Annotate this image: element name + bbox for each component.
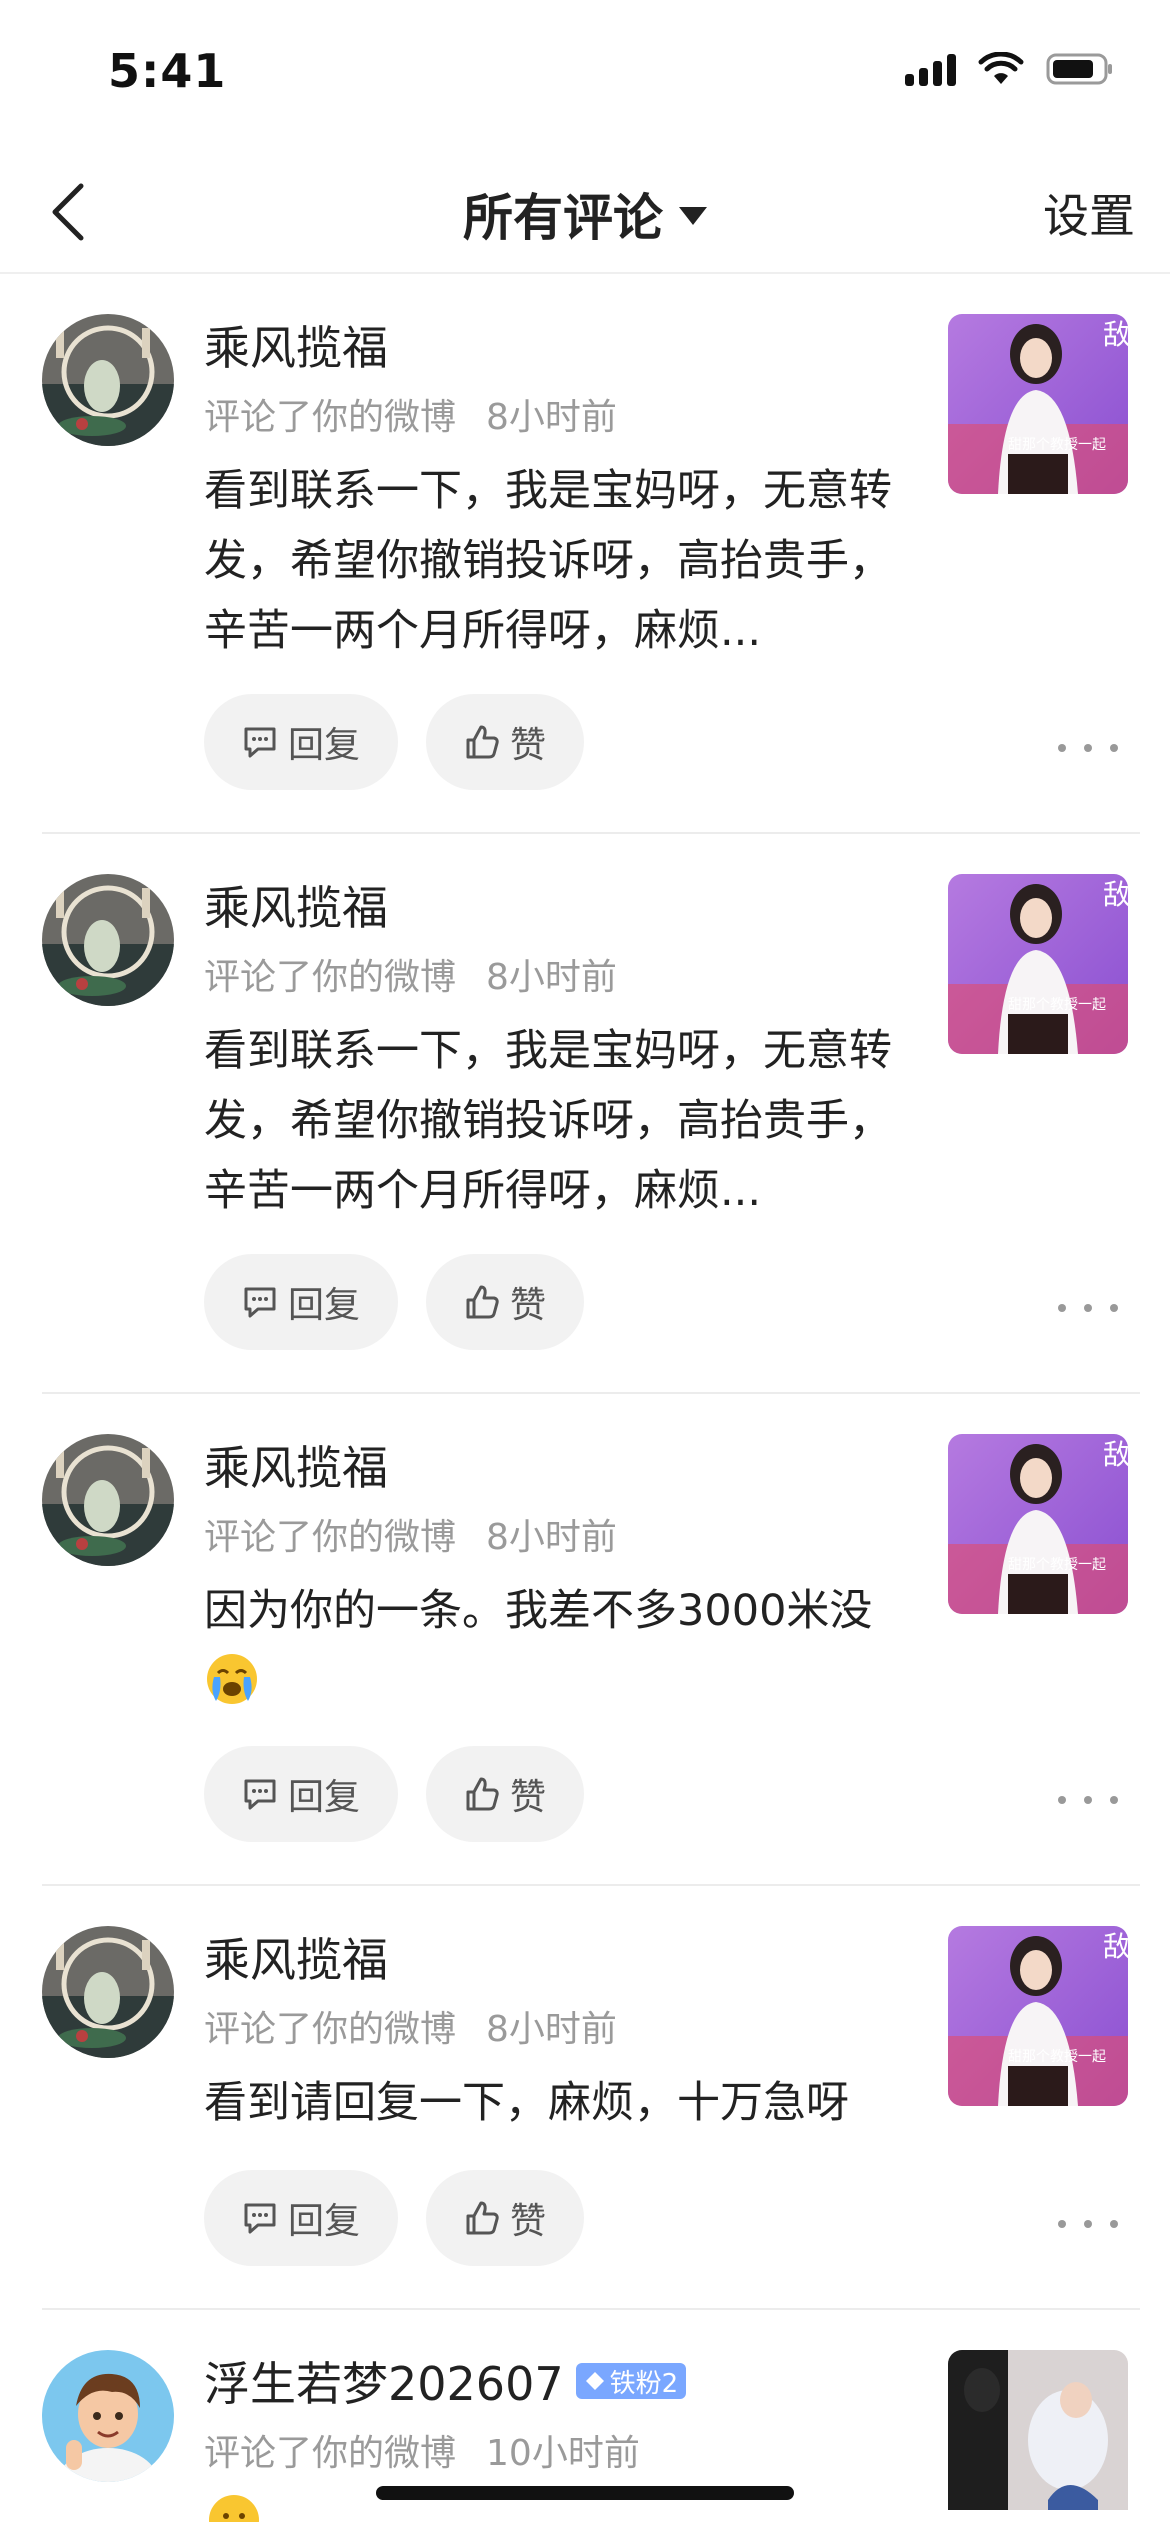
avatar[interactable] bbox=[42, 1434, 174, 1566]
more-options-button[interactable] bbox=[1058, 1780, 1118, 1820]
status-time: 5:41 bbox=[108, 44, 227, 98]
like-button[interactable]: 赞 bbox=[426, 1254, 584, 1350]
thumbnail-corner-text: 敌 bbox=[1103, 318, 1128, 351]
comment-text[interactable]: 看到联系一下，我是宝妈呀，无意转发，希望你撤销投诉呀，高抬贵手，辛苦一两个月所得… bbox=[204, 1016, 904, 1226]
reply-button[interactable]: 回复 bbox=[204, 1746, 398, 1842]
thumbnail-corner-text: 敌 bbox=[1103, 878, 1128, 911]
comment-item: 乘风揽福 评论了你的微博 8小时前 看到请回复一下，麻烦，十万急呀 敌 甜那个教授… bbox=[0, 1884, 1170, 2308]
thumbs-up-icon bbox=[466, 725, 499, 759]
crying-face-emoji-icon bbox=[207, 1654, 257, 1704]
settings-button[interactable]: 设置 bbox=[1043, 180, 1135, 246]
comment-bubble-icon bbox=[244, 1779, 276, 1810]
navigation-bar: 所有评论 设置 bbox=[0, 150, 1170, 274]
username[interactable]: 乘风揽福 bbox=[204, 312, 388, 378]
avatar[interactable] bbox=[42, 2350, 174, 2482]
thumbnail-caption: 甜那个教授一起 bbox=[1008, 437, 1106, 453]
username[interactable]: 乘风揽福 bbox=[204, 872, 388, 938]
username[interactable]: 乘风揽福 bbox=[204, 1432, 388, 1498]
comment-bubble-icon bbox=[244, 727, 276, 758]
cellular-signal-icon bbox=[905, 52, 956, 86]
avatar[interactable] bbox=[42, 314, 174, 446]
comment-text[interactable]: 因为你的一条。我差不多3000米没 bbox=[204, 1576, 904, 1716]
comment-time: 8小时前 bbox=[486, 957, 617, 998]
comment-time: 10小时前 bbox=[486, 2433, 640, 2474]
comment-action: 评论了你的微博 bbox=[204, 2433, 457, 2474]
comment-meta: 评论了你的微博 8小时前 bbox=[204, 2000, 617, 2052]
comment-time: 8小时前 bbox=[486, 397, 617, 438]
like-button[interactable]: 赞 bbox=[426, 694, 584, 790]
comment-meta: 评论了你的微博 8小时前 bbox=[204, 948, 617, 1000]
comment-text[interactable]: 看到请回复一下，麻烦，十万急呀 bbox=[204, 2068, 904, 2138]
comment-time: 8小时前 bbox=[486, 2009, 617, 2050]
comment-bubble-icon bbox=[244, 2203, 276, 2234]
wifi-icon bbox=[978, 52, 1024, 86]
comment-action: 评论了你的微博 bbox=[204, 957, 457, 998]
comment-item: 乘风揽福 评论了你的微博 8小时前 看到联系一下，我是宝妈呀，无意转发，希望你撤销… bbox=[0, 832, 1170, 1392]
diamond-icon bbox=[585, 2372, 604, 2390]
page-title: 所有评论 bbox=[463, 189, 663, 247]
thumbs-up-icon bbox=[466, 2201, 499, 2235]
home-indicator[interactable] bbox=[376, 2486, 794, 2500]
comment-action: 评论了你的微博 bbox=[204, 2009, 457, 2050]
post-thumbnail[interactable]: 敌 甜那个教授一起 bbox=[948, 1926, 1128, 2106]
thumbnail-corner-text: 敌 bbox=[1103, 1930, 1128, 1963]
username[interactable]: 乘风揽福 bbox=[204, 1924, 388, 1990]
thumbnail-caption: 甜那个教授一起 bbox=[1008, 1557, 1106, 1573]
caret-down-icon bbox=[679, 207, 707, 225]
comment-filter-dropdown[interactable]: 所有评论 bbox=[0, 178, 1170, 250]
more-options-button[interactable] bbox=[1058, 728, 1118, 768]
comment-text[interactable]: 看到联系一下，我是宝妈呀，无意转发，希望你撤销投诉呀，高抬贵手，辛苦一两个月所得… bbox=[204, 456, 904, 666]
comment-meta: 评论了你的微博 8小时前 bbox=[204, 388, 617, 440]
avatar[interactable] bbox=[42, 1926, 174, 2058]
post-thumbnail[interactable] bbox=[948, 2350, 1128, 2510]
thumbnail-caption: 甜那个教授一起 bbox=[1008, 997, 1106, 1013]
thumbs-up-icon bbox=[466, 1777, 499, 1811]
comment-bubble-icon bbox=[244, 1287, 276, 1318]
status-icons bbox=[905, 52, 1114, 86]
comment-meta: 评论了你的微博 10小时前 bbox=[204, 2424, 640, 2476]
screen: 5:41 所有评论 设置 乘风揽福 评论了你的微博 8小时前 看到联系一下，我是… bbox=[0, 0, 1170, 2532]
username[interactable]: 浮生若梦202607 铁粉2 bbox=[204, 2348, 687, 2414]
comment-item: 乘风揽福 评论了你的微博 8小时前 因为你的一条。我差不多3000米没 敌 甜那个… bbox=[0, 1392, 1170, 1884]
battery-icon bbox=[1046, 52, 1114, 86]
emoji-partial-icon bbox=[206, 2492, 262, 2522]
comment-time: 8小时前 bbox=[486, 1517, 617, 1558]
reply-button[interactable]: 回复 bbox=[204, 1254, 398, 1350]
reply-button[interactable]: 回复 bbox=[204, 2170, 398, 2266]
reply-button[interactable]: 回复 bbox=[204, 694, 398, 790]
like-button[interactable]: 赞 bbox=[426, 2170, 584, 2266]
post-thumbnail[interactable]: 敌 甜那个教授一起 bbox=[948, 874, 1128, 1054]
thumbs-up-icon bbox=[466, 1285, 499, 1319]
comment-list: 乘风揽福 评论了你的微博 8小时前 看到联系一下，我是宝妈呀，无意转发，希望你撤销… bbox=[0, 276, 1170, 2522]
like-button[interactable]: 赞 bbox=[426, 1746, 584, 1842]
post-thumbnail[interactable]: 敌 甜那个教授一起 bbox=[948, 314, 1128, 494]
status-bar: 5:41 bbox=[0, 0, 1170, 150]
comment-meta: 评论了你的微博 8小时前 bbox=[204, 1508, 617, 1560]
comment-action: 评论了你的微博 bbox=[204, 1517, 457, 1558]
comment-item: 乘风揽福 评论了你的微博 8小时前 看到联系一下，我是宝妈呀，无意转发，希望你撤销… bbox=[0, 276, 1170, 832]
avatar[interactable] bbox=[42, 874, 174, 1006]
fan-level-badge: 铁粉2 bbox=[575, 2363, 687, 2399]
comment-item: 浮生若梦202607 铁粉2 评论了你的微博 10小时前 bbox=[0, 2308, 1170, 2522]
more-options-button[interactable] bbox=[1058, 1288, 1118, 1328]
more-options-button[interactable] bbox=[1058, 2204, 1118, 2244]
thumbnail-caption: 甜那个教授一起 bbox=[1008, 2049, 1106, 2065]
comment-action: 评论了你的微博 bbox=[204, 397, 457, 438]
thumbnail-corner-text: 敌 bbox=[1103, 1438, 1128, 1471]
post-thumbnail[interactable]: 敌 甜那个教授一起 bbox=[948, 1434, 1128, 1614]
